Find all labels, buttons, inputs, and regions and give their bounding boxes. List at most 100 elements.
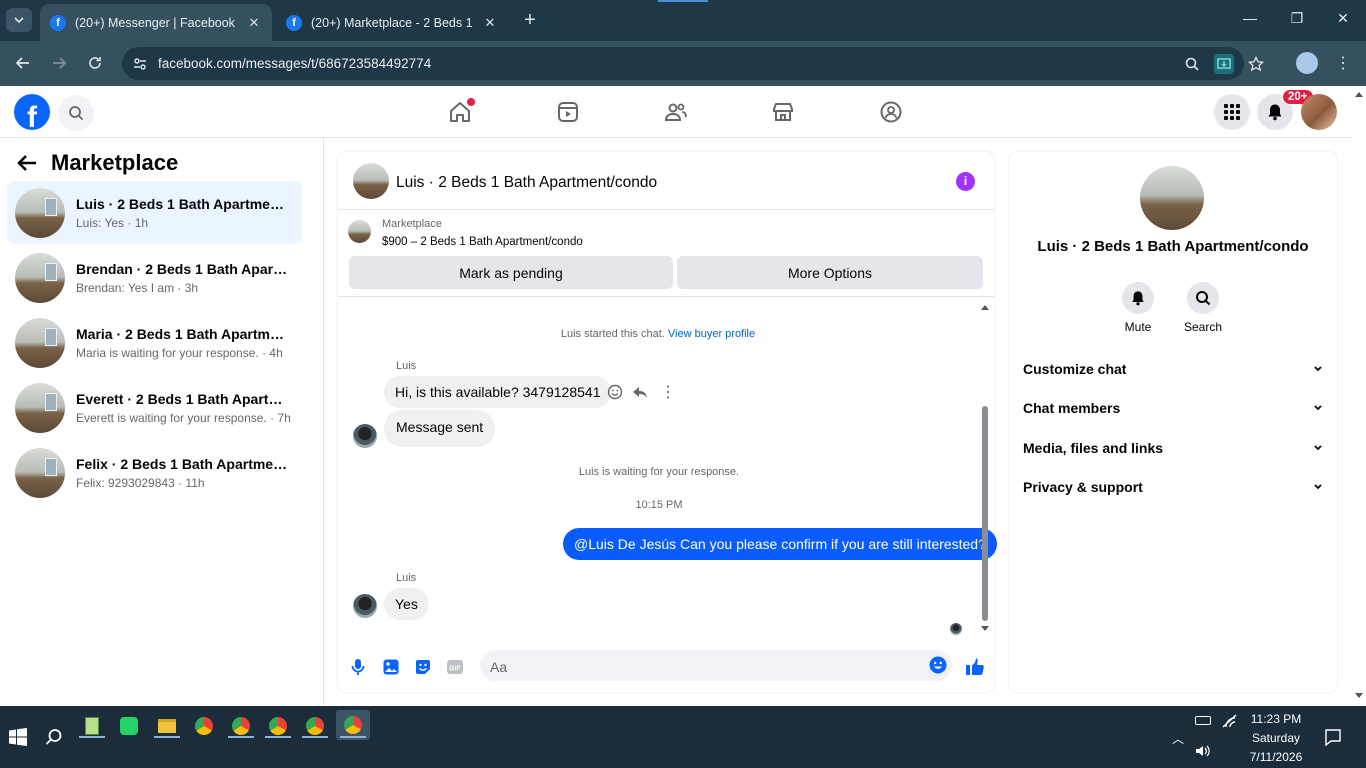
close-window-button[interactable]: ✕ [1333,10,1353,27]
new-tab-button[interactable]: + [520,10,540,30]
restore-button[interactable]: ❐ [1287,10,1307,27]
chrome-window-icon[interactable] [303,714,327,738]
sender-name: Luis [396,360,417,372]
message-input[interactable]: Aa [480,650,952,681]
photo-icon[interactable] [382,658,400,676]
thumbs-up-icon[interactable] [965,656,985,676]
nav-groups[interactable] [878,99,904,125]
install-app-icon[interactable] [1214,54,1234,74]
listing-thumbnail[interactable] [348,220,371,243]
site-settings-icon[interactable] [132,56,148,72]
started-text: Luis started this chat. [560,328,665,340]
chat-title[interactable]: Luis · 2 Beds 1 Bath Apartment/condo [396,174,657,192]
arrow-left-icon [15,57,29,69]
nav-marketplace[interactable] [770,99,796,125]
notepad-app-icon[interactable] [80,714,104,738]
account-avatar[interactable] [1301,94,1337,130]
message-bubble[interactable]: Hi, is this available? 3479128541 [384,376,612,408]
zoom-icon[interactable] [1182,54,1202,74]
conversation-item[interactable]: Luis · 2 Beds 1 Bath Apartment/condo Luis… [7,181,302,244]
mute-button[interactable]: Mute [1108,282,1168,334]
scroll-up-icon[interactable] [1355,91,1363,97]
facebook-logo-icon[interactable]: f [14,94,50,130]
conversation-item[interactable]: Everett · 2 Beds 1 Bath Apartment/condo E… [7,376,302,439]
microphone-icon[interactable] [349,658,367,676]
conversations-sidebar: Marketplace Luis · 2 Beds 1 Bath Apartme… [0,138,324,706]
marketplace-listing-bar: Marketplace $900 – 2 Beds 1 Bath Apartme… [338,209,994,297]
taskbar-search-button[interactable] [42,725,66,749]
scroll-up-icon[interactable] [981,304,989,310]
volume-icon[interactable] [1195,744,1211,758]
start-button[interactable] [6,725,30,749]
forward-button[interactable] [49,53,69,73]
conversation-name: Brendan · 2 Beds 1 Bath Apartment/condo [76,260,288,277]
running-indicator [154,736,180,738]
close-tab-icon[interactable]: ✕ [246,15,262,31]
chrome-menu-icon[interactable]: ⋮ [1333,53,1353,73]
tab-messenger[interactable]: f (20+) Messenger | Facebook ✕ [40,4,272,41]
my-message-bubble[interactable]: @Luis De Jesús Can you please confirm if… [563,528,997,560]
media-files-links-section[interactable]: Media, files and links [1023,440,1323,456]
chrome-app-icon[interactable] [192,714,216,738]
emoji-icon[interactable] [929,656,947,674]
read-receipt-avatar [950,623,962,635]
bell-icon [1132,291,1144,306]
sender-name: Luis [396,572,417,584]
react-smiley-icon[interactable] [607,384,623,400]
nav-friends[interactable] [663,99,689,125]
search-in-chat-button[interactable]: Search [1173,282,1233,334]
conversation-item[interactable]: Maria · 2 Beds 1 Bath Apartment/condo Mar… [7,311,302,374]
chat-members-section[interactable]: Chat members [1023,400,1323,416]
chat-avatar[interactable] [353,163,389,199]
reload-button[interactable] [85,53,105,73]
fb-search-button[interactable] [58,95,94,131]
tab-search-button[interactable] [6,8,32,32]
running-indicator [265,736,291,738]
sender-avatar[interactable] [353,594,377,618]
sender-avatar[interactable] [353,424,377,448]
message-bubble[interactable]: Message sent [384,410,496,447]
chevron-down-icon [1314,484,1322,490]
battery-icon[interactable] [1195,716,1211,725]
listing-title[interactable]: $900 – 2 Beds 1 Bath Apartment/condo [382,236,583,248]
gif-icon[interactable]: GIF [446,658,464,676]
whatsapp-app-icon[interactable] [117,714,141,738]
menu-button[interactable] [1214,94,1250,130]
chat-scrollbar-thumb[interactable] [982,406,988,621]
customize-chat-section[interactable]: Customize chat [1023,361,1323,377]
listing-avatar-large[interactable] [1140,166,1204,230]
action-center-icon[interactable] [1324,728,1342,746]
chrome-window-icon[interactable] [229,714,253,738]
conversation-item[interactable]: Felix · 2 Beds 1 Bath Apartment/condo Fel… [7,441,302,504]
file-explorer-icon[interactable] [155,714,179,738]
more-options-button[interactable]: More Options [677,256,983,289]
more-actions-icon[interactable]: ⋮ [660,382,676,402]
mark-pending-button[interactable]: Mark as pending [349,256,673,289]
waiting-notice: Luis is waiting for your response. [578,466,740,478]
conversation-item[interactable]: Brendan · 2 Beds 1 Bath Apartment/condo B… [7,246,302,309]
bookmark-star-icon[interactable] [1246,54,1266,74]
view-buyer-profile-link[interactable]: View buyer profile [668,328,755,340]
page-scrollbar[interactable] [1352,86,1366,706]
chevron-down-icon [1314,366,1322,372]
address-bar[interactable]: facebook.com/messages/t/686723584492774 [122,47,1264,80]
privacy-support-section[interactable]: Privacy & support [1023,479,1323,495]
info-icon[interactable]: i [956,172,975,191]
chrome-window-icon[interactable] [266,714,290,738]
system-clock[interactable]: 11:23 PM Saturday 7/11/2026 [1236,710,1316,767]
scroll-down-icon[interactable] [1355,693,1363,699]
tab-marketplace[interactable]: f (20+) Marketplace - 2 Beds 1 Ba ✕ [276,4,508,41]
profile-avatar[interactable] [1296,52,1318,74]
nav-video[interactable] [555,99,581,125]
message-bubble[interactable]: Yes [384,588,429,620]
show-hidden-icons-chevron-icon[interactable]: ︿ [1172,730,1184,747]
back-button[interactable] [13,53,33,73]
scroll-down-icon[interactable] [981,626,989,632]
back-arrow-button[interactable] [16,152,40,174]
sticker-icon[interactable] [414,658,432,676]
close-tab-icon[interactable]: ✕ [482,15,498,31]
reply-icon[interactable] [632,384,648,400]
chevron-down-icon [1314,405,1322,411]
minimize-button[interactable]: — [1240,10,1260,26]
search-icon [1196,291,1211,306]
